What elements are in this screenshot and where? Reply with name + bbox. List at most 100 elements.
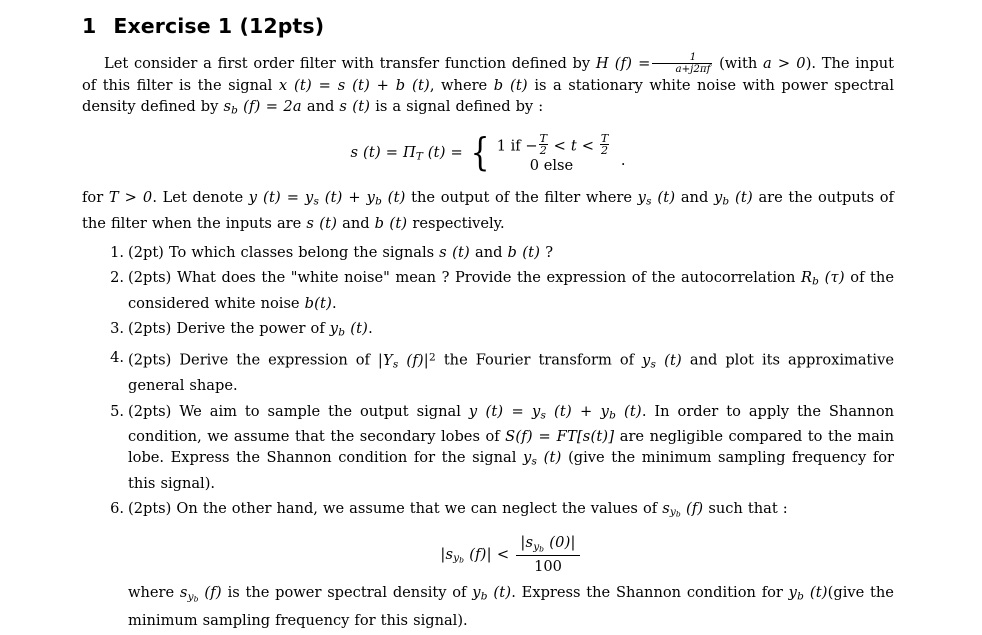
list-marker: 3.: [110, 319, 124, 337]
math-ys: ys (t): [523, 449, 562, 468]
math-y-sub-b: b: [375, 195, 382, 208]
math-ys: ys (t): [637, 189, 676, 208]
list-marker: 6.: [110, 500, 124, 518]
math-yb-rest: (t): [350, 319, 369, 337]
math-autocorrelation: Rb (τ): [800, 268, 845, 288]
list-marker: 5.: [110, 402, 124, 420]
list-item-question-4: 4. (2pts) Derive the expression of |Ys (…: [82, 347, 894, 396]
fraction-numerator: |syb (0)|: [516, 534, 580, 557]
cases-body: 1 if − T 2 < t < T2 0 else: [493, 133, 611, 174]
math-y-mid: (t) + y: [324, 189, 376, 207]
case1-prefix: 1 if: [496, 137, 521, 155]
question-points: (2pts): [128, 268, 172, 286]
math-ys-subscript: s: [650, 358, 656, 371]
math-st-2: s (t): [306, 214, 338, 232]
math-y-base: y (t) = y: [468, 402, 541, 420]
math-yb-subscript: b: [797, 590, 804, 603]
math-st: s (t): [439, 243, 470, 261]
list-marker: 2.: [110, 268, 124, 286]
document-page: 1 Exercise 1 (12pts) Let consider a first…: [0, 0, 982, 629]
fraction-denominator: a+j2πf: [675, 64, 711, 76]
math-s-sub-b: b: [675, 510, 681, 520]
math-ys-subscript: s: [531, 455, 537, 468]
math-psd-syb: syb (f): [662, 500, 704, 520]
question-text-a: Derive the expression of: [179, 351, 370, 369]
intro-text-g: is a signal defined by :: [375, 98, 544, 116]
intro-text-f: and: [306, 98, 335, 116]
question-text-a: To which classes belong the signals: [168, 243, 435, 261]
math-ys-rest: (t): [664, 351, 682, 369]
question-text-a: We aim to sample the output signal: [179, 402, 461, 420]
math-R-subscript: b: [812, 275, 819, 288]
math-s-rest: (f): [685, 500, 704, 518]
math-s-base: s: [662, 500, 670, 518]
math-y-sub-s: s: [313, 195, 319, 208]
fraction-denominator: 2: [539, 144, 547, 158]
math-condition-a: a > 0: [762, 54, 806, 72]
numerator-subscript: yb: [533, 541, 544, 554]
math-bt: b(t): [304, 294, 333, 312]
intro-paragraph-2: for T > 0. Let denote y (t) = ys (t) + y…: [82, 187, 894, 234]
question-text-b: .: [368, 319, 373, 337]
intro2-text-a: for: [82, 189, 104, 207]
left-brace-icon: {: [470, 130, 490, 175]
math-y-mid: (t) + y: [554, 402, 610, 420]
list-item-question-1: 1. (2pt) To which classes belong the sig…: [82, 242, 894, 263]
list-marker: 4.: [110, 349, 124, 367]
math-R-rest: (τ): [824, 268, 845, 286]
math-yb-rest: (t): [734, 189, 753, 207]
equation-psd-threshold: |syb (f)| < |syb (0)| 100: [128, 534, 894, 575]
equation-lhs-subscript: T: [415, 150, 423, 163]
math-yb-subscript: b: [480, 590, 488, 603]
math-output-sum: y (t) = ys (t) + yb (t): [468, 402, 642, 421]
question-points: (2pts): [128, 351, 172, 369]
cases-row-1: 1 if − T 2 < t < T2: [497, 133, 611, 157]
math-s-subscript: yb: [188, 591, 199, 604]
math-ys: ys (t): [642, 351, 682, 371]
intro2-text-g: respectively.: [412, 214, 505, 232]
math-Ys-subscript: s: [392, 358, 399, 371]
equation-lhs-base: |s: [440, 545, 454, 563]
math-transfer-function-fraction: 1 a+j2πf: [651, 52, 713, 76]
math-fourier-magnitude-squared: |Ys (f)|2: [378, 351, 436, 371]
question-text-b: such that :: [708, 500, 788, 518]
question-text-a: On the other hand, we assume that we can…: [176, 500, 658, 518]
math-transfer-function-lhs: H (f) =: [595, 54, 651, 72]
math-s-sub-b: b: [193, 594, 199, 604]
math-ys-base: y: [637, 189, 647, 207]
list-item-question-2: 2. (2pts) What does the "white noise" me…: [82, 267, 894, 314]
section-title: Exercise 1 (12pts): [113, 14, 325, 38]
equation-lhs-sub-b: b: [459, 555, 464, 565]
intro-text-a: Let consider a first order filter with t…: [104, 54, 591, 72]
math-yb: yb (t): [330, 319, 369, 339]
equation-trailing-punctuation: .: [620, 152, 626, 170]
question-text-b: the Fourier transform of: [443, 351, 635, 369]
question-list: 1. (2pt) To which classes belong the sig…: [82, 242, 894, 631]
math-ys-subscript: s: [646, 195, 652, 208]
intro-text-b: (with: [719, 54, 758, 72]
math-yb-subscript: b: [722, 195, 730, 208]
math-R-base: R: [800, 268, 813, 286]
case1-fraction-left: T2: [538, 133, 548, 158]
intro-paragraph-1: Let consider a first order filter with t…: [82, 52, 894, 122]
math-ys-rest: (t): [543, 449, 562, 467]
math-input-signal: x (t) = s (t) + b (t): [278, 77, 430, 95]
numerator-rest: (0)|: [549, 534, 576, 552]
question-text-a: What does the "white noise" mean ? Provi…: [176, 268, 796, 286]
equation-lhs-subscript: yb: [453, 552, 464, 565]
intro2-text-f: and: [342, 214, 370, 232]
math-psd-sb-subscript: b: [231, 104, 238, 117]
equation-lhs-base: s (t) = Π: [350, 144, 416, 162]
equation-lhs-rest: (t) =: [427, 144, 463, 162]
question-text-b: and: [475, 243, 503, 261]
fraction-denominator: 2: [601, 144, 609, 158]
equation-lhs: |syb (f)| <: [440, 545, 510, 565]
equation-lhs-rest: (f)| <: [469, 545, 510, 563]
fraction-numerator: 1: [651, 52, 713, 65]
math-fourier-transform-S: S(f) = FT[s(t)]: [505, 428, 615, 446]
math-yb-subscript: b: [338, 326, 345, 339]
page-title: 1 Exercise 1 (12pts): [82, 14, 894, 38]
section-number: 1: [82, 14, 97, 38]
math-yb: yb (t): [714, 189, 753, 208]
question-points: (2pts): [128, 319, 172, 337]
